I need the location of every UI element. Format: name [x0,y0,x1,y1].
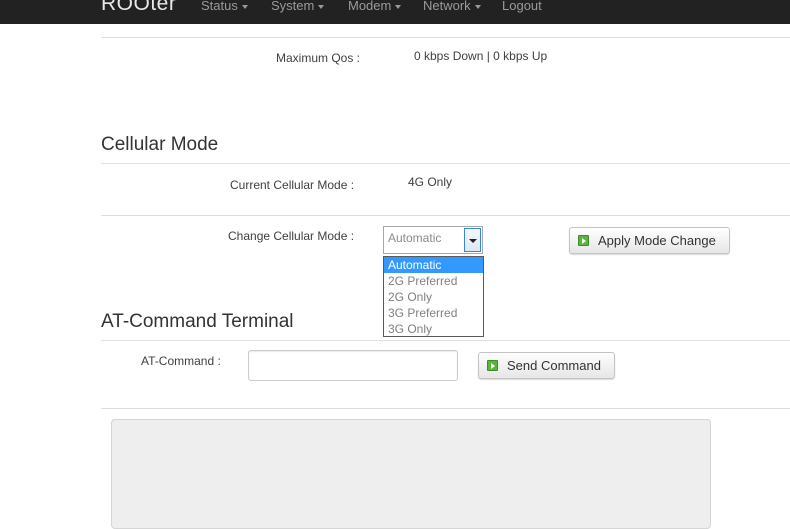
play-icon [487,360,498,371]
nav-network-menu[interactable]: Network [423,0,481,13]
current-cellular-mode-label: Current Cellular Mode : [230,178,355,192]
select-dropdown-button[interactable] [464,228,481,252]
caret-down-icon [318,4,325,9]
change-cellular-mode-label: Change Cellular Mode : [228,229,355,243]
nav-status-label: Status [201,0,238,13]
nav-system-menu[interactable]: System [271,0,325,13]
caret-down-icon [241,4,248,9]
divider [101,215,790,216]
brand-logo[interactable]: ROOter [101,0,176,16]
option-automatic[interactable]: Automatic [384,257,483,273]
nav-modem-menu[interactable]: Modem [348,0,402,13]
top-navbar: ROOter Status System Modem Network Logou… [0,0,790,24]
select-current-value: Automatic [388,231,442,245]
apply-mode-change-label: Apply Mode Change [598,233,716,248]
at-terminal-title: AT-Command Terminal [101,311,294,332]
qos-label: Maximum Qos : [276,51,361,65]
nav-network-label: Network [423,0,471,13]
nav-status-menu[interactable]: Status [201,0,248,13]
divider [101,37,790,38]
apply-mode-change-button[interactable]: Apply Mode Change [569,227,730,254]
nav-system-label: System [271,0,315,13]
chevron-down-icon [469,239,477,243]
caret-down-icon [395,4,402,9]
at-command-label: AT-Command : [141,354,221,368]
send-command-button[interactable]: Send Command [478,352,615,379]
option-3g-only[interactable]: 3G Only [384,321,483,337]
cellular-mode-title: Cellular Mode [101,134,219,155]
divider [101,163,790,164]
play-icon [578,235,589,246]
send-command-label: Send Command [507,358,601,373]
cellular-mode-select[interactable]: Automatic [383,226,483,254]
option-2g-preferred[interactable]: 2G Preferred [384,273,483,289]
divider [101,408,790,409]
divider [101,340,790,341]
option-2g-only[interactable]: 2G Only [384,289,483,305]
at-command-input[interactable] [248,350,458,381]
option-3g-preferred[interactable]: 3G Preferred [384,305,483,321]
caret-down-icon [474,4,481,9]
nav-logout-link[interactable]: Logout [502,0,542,13]
current-cellular-mode-value: 4G Only [408,175,453,189]
nav-modem-label: Modem [348,0,392,13]
cellular-mode-options: Automatic 2G Preferred 2G Only 3G Prefer… [383,256,484,337]
qos-value: 0 kbps Down | 0 kbps Up [414,49,548,63]
at-response-output[interactable] [111,419,711,529]
